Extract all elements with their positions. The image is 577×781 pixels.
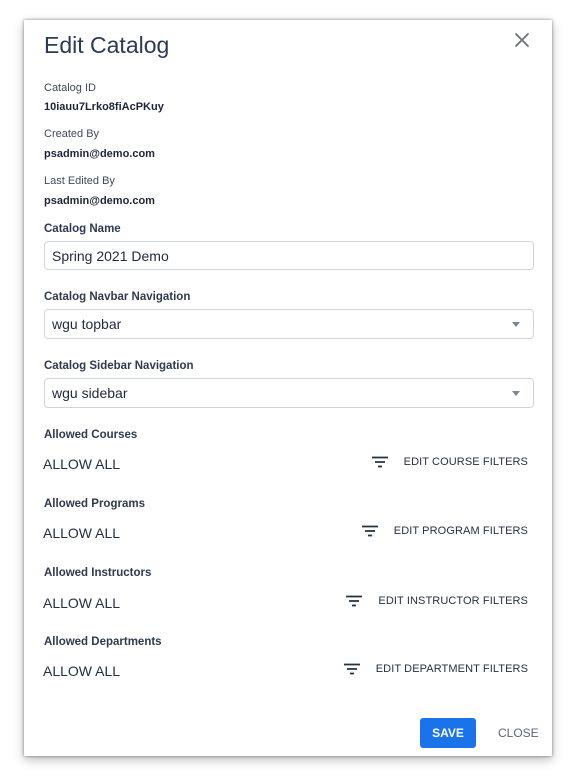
created-by-label: Created By [44, 128, 100, 140]
edit-course-filters-label: EDIT COURSE FILTERS [403, 456, 528, 468]
edit-instructor-filters-button[interactable]: EDIT INSTRUCTOR FILTERS [346, 595, 528, 607]
filter-icon [361, 525, 378, 537]
chevron-down-icon [512, 322, 520, 327]
edit-program-filters-button[interactable]: EDIT PROGRAM FILTERS [361, 525, 528, 537]
navbar-navigation-label: Catalog Navbar Navigation [44, 291, 191, 303]
edit-course-filters-button[interactable]: EDIT COURSE FILTERS [371, 456, 528, 468]
navbar-navigation-select[interactable]: wgu topbar [44, 309, 534, 339]
chevron-down-icon [512, 391, 520, 396]
navbar-navigation-value: wgu topbar [52, 316, 122, 332]
catalog-id-label: Catalog ID [44, 82, 96, 94]
sidebar-navigation-select[interactable]: wgu sidebar [44, 378, 534, 408]
edit-instructor-filters-label: EDIT INSTRUCTOR FILTERS [378, 595, 528, 607]
edit-program-filters-label: EDIT PROGRAM FILTERS [393, 525, 528, 537]
close-icon[interactable] [513, 31, 531, 49]
catalog-name-input[interactable] [44, 241, 534, 270]
save-button[interactable]: SAVE [420, 718, 476, 748]
allowed-courses-label: Allowed Courses [44, 429, 138, 441]
filter-icon [343, 663, 360, 675]
allowed-departments-value: ALLOW ALL [43, 663, 121, 679]
allowed-departments-label: Allowed Departments [44, 636, 162, 648]
sidebar-navigation-value: wgu sidebar [52, 385, 128, 401]
allowed-instructors-value: ALLOW ALL [43, 595, 121, 611]
catalog-id-value: 10iauu7Lrko8fiAcPKuy [44, 101, 164, 113]
sidebar-navigation-label: Catalog Sidebar Navigation [44, 360, 194, 372]
created-by-value: psadmin@demo.com [44, 148, 155, 160]
allowed-programs-value: ALLOW ALL [43, 525, 121, 541]
last-edited-by-value: psadmin@demo.com [44, 195, 155, 207]
dialog-title: Edit Catalog [44, 32, 170, 58]
allowed-programs-label: Allowed Programs [44, 498, 145, 510]
filter-icon [371, 456, 388, 468]
filter-icon [346, 595, 363, 607]
edit-catalog-dialog: Edit Catalog Catalog ID 10iauu7Lrko8fiAc… [24, 20, 552, 756]
last-edited-by-label: Last Edited By [44, 175, 115, 187]
allowed-instructors-label: Allowed Instructors [44, 567, 152, 579]
catalog-name-label: Catalog Name [44, 223, 121, 235]
close-button[interactable]: CLOSE [492, 718, 539, 748]
allowed-courses-value: ALLOW ALL [43, 456, 121, 472]
edit-department-filters-label: EDIT DEPARTMENT FILTERS [375, 663, 528, 675]
edit-department-filters-button[interactable]: EDIT DEPARTMENT FILTERS [343, 663, 528, 675]
